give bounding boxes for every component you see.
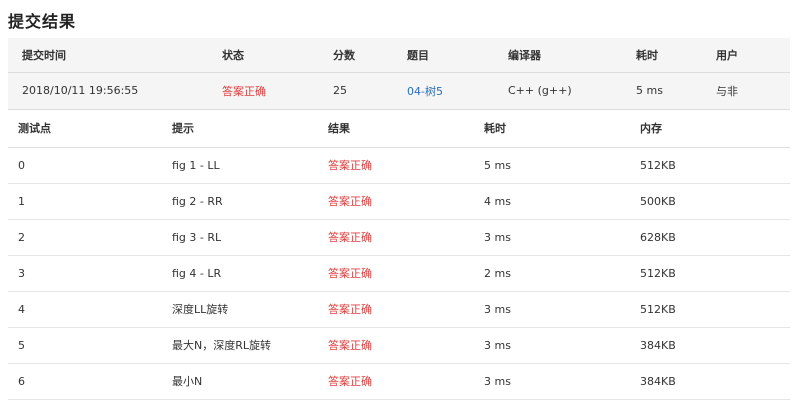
- summary-header-row: 提交时间 状态 分数 题目 编译器 耗时 用户: [8, 38, 790, 73]
- summary-header-elapsed: 耗时: [636, 38, 716, 73]
- table-row: 2 fig 3 - RL 答案正确 3 ms 628KB: [8, 219, 790, 256]
- table-row: 5 最大N，深度RL旋转 答案正确 3 ms 384KB: [8, 327, 790, 364]
- page-title: 提交结果: [8, 12, 77, 31]
- case-result: 答案正确: [328, 219, 484, 256]
- case-memory: 512KB: [640, 147, 790, 184]
- case-time: 3 ms: [484, 219, 640, 256]
- case-hint: fig 3 - RL: [172, 219, 328, 256]
- submission-user: 与非: [716, 72, 790, 110]
- summary-header-score: 分数: [333, 38, 407, 73]
- case-result: 答案正确: [328, 147, 484, 184]
- submission-status: 答案正确: [222, 72, 333, 110]
- submission-score: 25: [333, 72, 407, 110]
- case-time: 3 ms: [484, 291, 640, 328]
- case-result: 答案正确: [328, 291, 484, 328]
- case-memory: 384KB: [640, 363, 790, 400]
- case-id: 6: [8, 363, 172, 400]
- case-memory: 500KB: [640, 183, 790, 220]
- case-hint: fig 2 - RR: [172, 183, 328, 220]
- summary-header-compiler: 编译器: [508, 38, 636, 73]
- cases-header-result: 结果: [328, 110, 484, 148]
- submission-compiler: C++ (g++): [508, 72, 636, 110]
- case-id: 0: [8, 147, 172, 184]
- submission-summary-table: 提交时间 状态 分数 题目 编译器 耗时 用户 2018/10/11 19:56…: [8, 38, 790, 110]
- case-id: 1: [8, 183, 172, 220]
- summary-header-problem: 题目: [407, 38, 508, 73]
- table-row: 6 最小N 答案正确 3 ms 384KB: [8, 363, 790, 400]
- case-id: 2: [8, 219, 172, 256]
- table-row: 1 fig 2 - RR 答案正确 4 ms 500KB: [8, 183, 790, 220]
- case-hint: 最小N: [172, 363, 328, 400]
- summary-header-user: 用户: [716, 38, 790, 73]
- problem-link[interactable]: 04-树5: [407, 85, 443, 98]
- case-time: 2 ms: [484, 255, 640, 292]
- cases-header-memory: 内存: [640, 110, 790, 148]
- case-result: 答案正确: [328, 255, 484, 292]
- case-id: 5: [8, 327, 172, 364]
- table-row: 4 深度LL旋转 答案正确 3 ms 512KB: [8, 291, 790, 328]
- case-memory: 384KB: [640, 327, 790, 364]
- case-result: 答案正确: [328, 327, 484, 364]
- table-row: 3 fig 4 - LR 答案正确 2 ms 512KB: [8, 255, 790, 292]
- cases-header-row: 测试点 提示 结果 耗时 内存: [8, 110, 790, 148]
- case-hint: fig 4 - LR: [172, 255, 328, 292]
- case-result: 答案正确: [328, 363, 484, 400]
- case-time: 5 ms: [484, 147, 640, 184]
- case-time: 3 ms: [484, 363, 640, 400]
- case-time: 3 ms: [484, 327, 640, 364]
- summary-header-time: 提交时间: [8, 38, 222, 73]
- summary-row: 2018/10/11 19:56:55 答案正确 25 04-树5 C++ (g…: [8, 72, 790, 110]
- case-hint: 深度LL旋转: [172, 291, 328, 328]
- case-time: 4 ms: [484, 183, 640, 220]
- case-id: 4: [8, 291, 172, 328]
- case-result: 答案正确: [328, 183, 484, 220]
- summary-header-status: 状态: [222, 38, 333, 73]
- cases-header-time: 耗时: [484, 110, 640, 148]
- case-memory: 512KB: [640, 291, 790, 328]
- case-id: 3: [8, 255, 172, 292]
- cases-header-id: 测试点: [8, 110, 172, 148]
- case-hint: 最大N，深度RL旋转: [172, 327, 328, 364]
- test-case-table: 测试点 提示 结果 耗时 内存 0 fig 1 - LL 答案正确 5 ms 5…: [8, 110, 790, 400]
- case-memory: 628KB: [640, 219, 790, 256]
- table-row: 0 fig 1 - LL 答案正确 5 ms 512KB: [8, 147, 790, 184]
- case-hint: fig 1 - LL: [172, 147, 328, 184]
- submission-time: 2018/10/11 19:56:55: [8, 72, 222, 110]
- cases-header-hint: 提示: [172, 110, 328, 148]
- submission-elapsed: 5 ms: [636, 72, 716, 110]
- case-memory: 512KB: [640, 255, 790, 292]
